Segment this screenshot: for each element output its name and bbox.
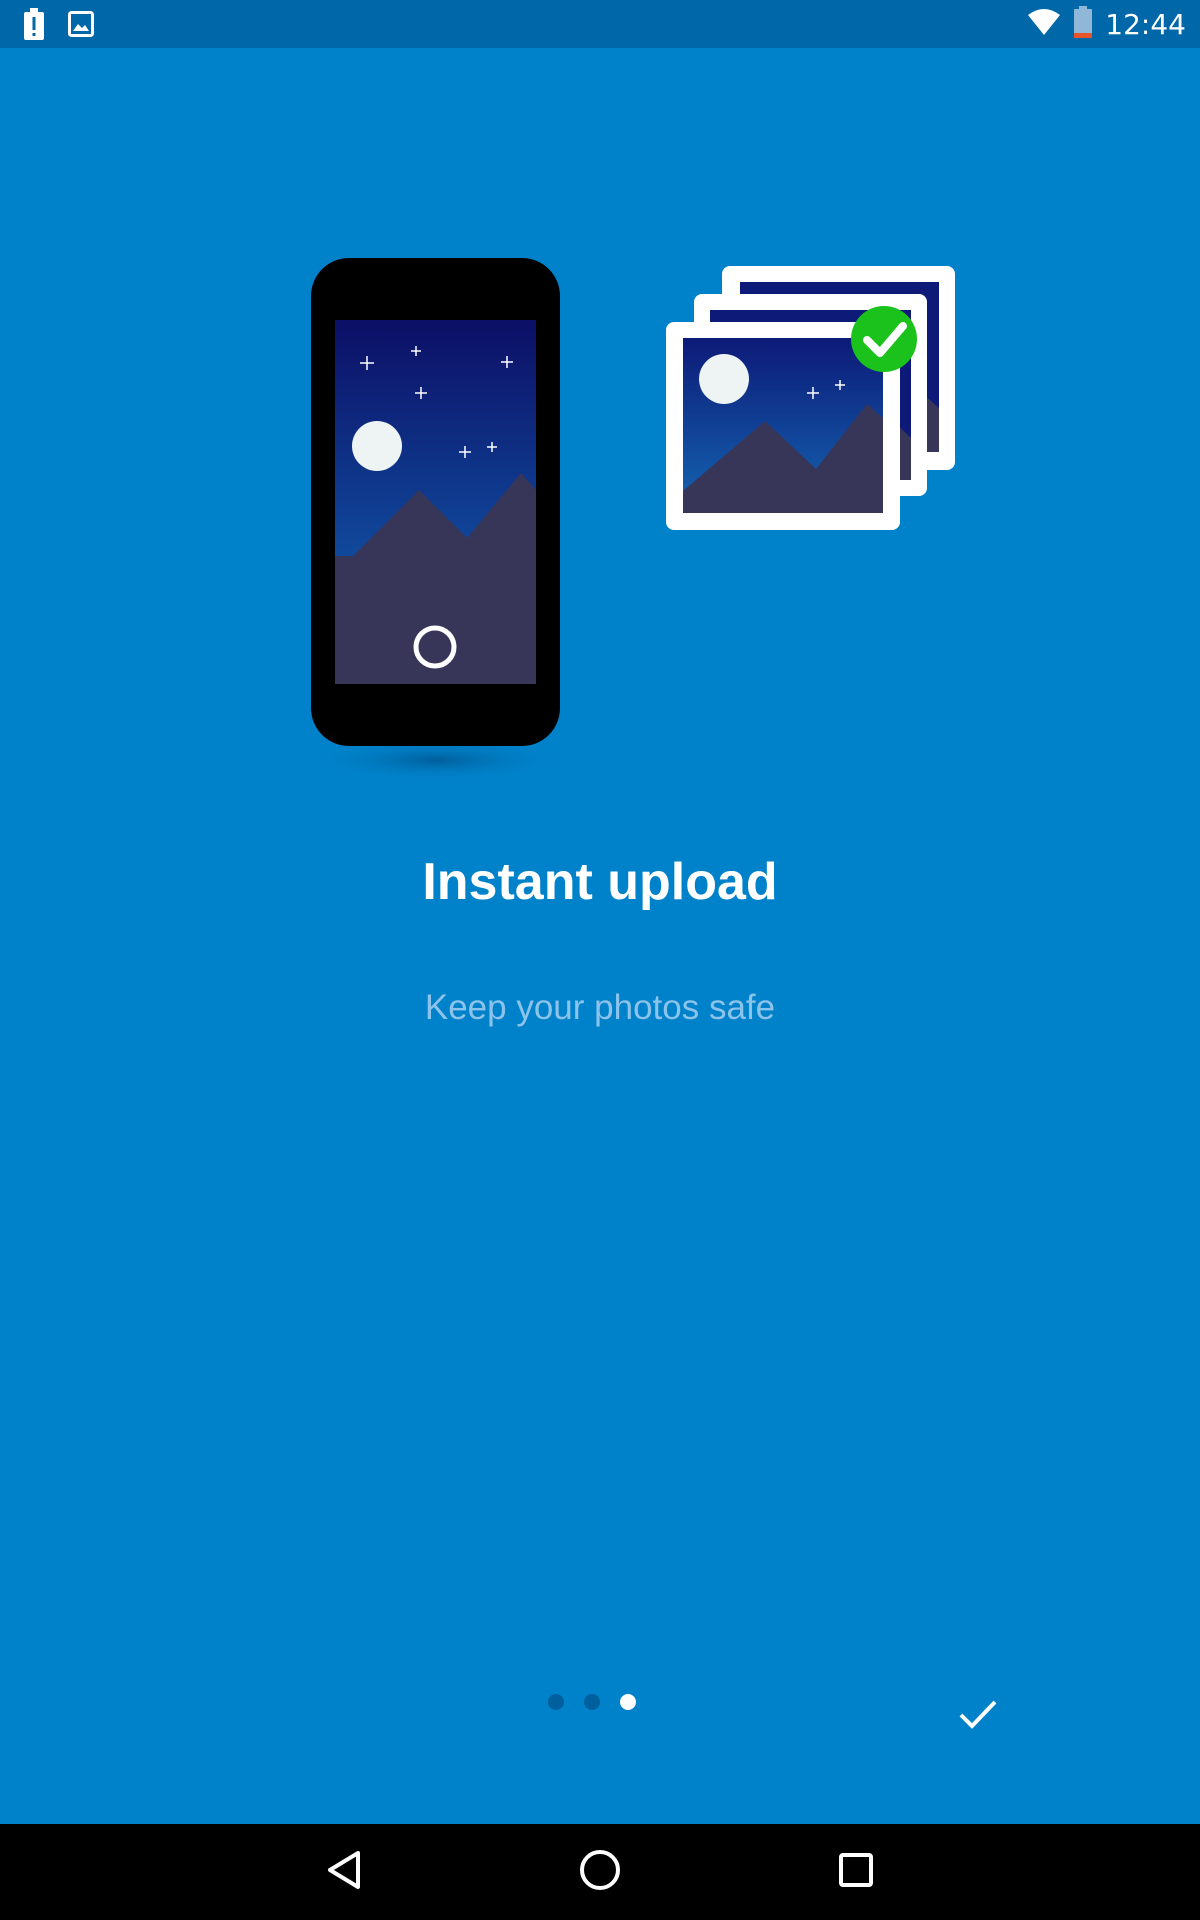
page-subtitle: Keep your photos safe xyxy=(424,988,776,1027)
status-time: 12:44 xyxy=(1105,7,1186,41)
recents-icon xyxy=(838,1852,874,1893)
photo-stack-icon xyxy=(666,266,955,530)
battery-alert-icon xyxy=(22,8,46,45)
check-badge-icon xyxy=(851,306,917,372)
page-dot-1 xyxy=(548,1694,564,1710)
page-indicator xyxy=(548,1694,636,1710)
navigation-bar xyxy=(0,1824,1200,1920)
image-icon xyxy=(68,11,94,42)
wifi-icon xyxy=(1027,8,1061,41)
home-icon xyxy=(579,1849,621,1896)
page-title: Instant upload xyxy=(422,853,778,911)
onboarding-page: Instant upload Keep your photos safe xyxy=(0,48,1200,1824)
home-button[interactable] xyxy=(540,1824,660,1920)
instant-upload-illustration xyxy=(306,258,955,782)
page-dot-2 xyxy=(584,1694,600,1710)
page-dot-3-active xyxy=(620,1694,636,1710)
done-button[interactable] xyxy=(946,1688,1010,1744)
recents-button[interactable] xyxy=(796,1824,916,1920)
checkmark-icon xyxy=(958,1698,998,1735)
phone-icon xyxy=(311,258,560,746)
back-icon xyxy=(326,1850,362,1895)
battery-icon xyxy=(1073,5,1093,43)
back-button[interactable] xyxy=(284,1824,404,1920)
status-bar: 12:44 xyxy=(0,0,1200,48)
